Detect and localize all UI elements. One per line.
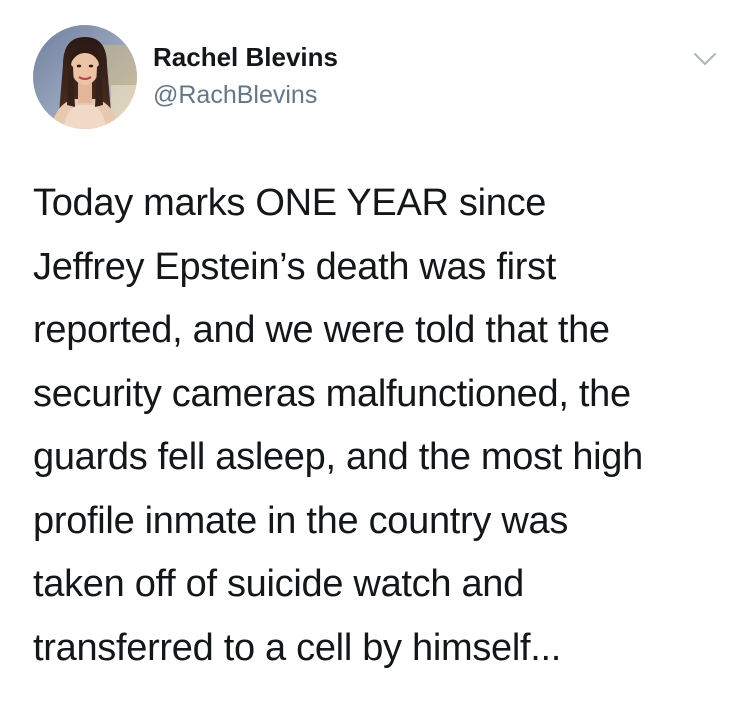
avatar[interactable]: [33, 25, 137, 129]
tweet-card: Rachel Blevins @RachBlevins Today marks …: [0, 0, 750, 706]
author-handle[interactable]: @RachBlevins: [153, 81, 317, 110]
chevron-down-icon[interactable]: [690, 44, 720, 74]
profile-photo-icon: [33, 25, 137, 129]
tweet-text: Today marks ONE YEAR since Jeffrey Epste…: [33, 182, 643, 669]
author-display-name[interactable]: Rachel Blevins: [153, 42, 338, 73]
